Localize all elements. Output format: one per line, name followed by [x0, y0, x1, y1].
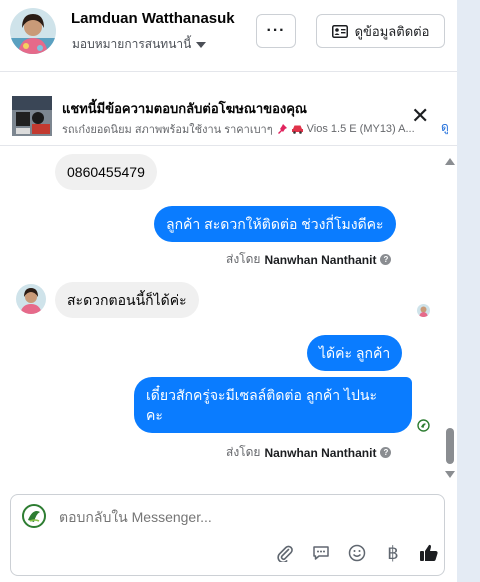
sent-by-agent: Nanwhan Nanthanit — [264, 445, 377, 460]
like-icon[interactable] — [411, 541, 447, 565]
sent-by-prefix: ส่งโดย — [226, 445, 261, 459]
pin-icon — [277, 124, 287, 134]
incoming-message[interactable]: สะดวกตอนนี้ก็ได้ค่ะ — [55, 282, 199, 318]
help-icon[interactable]: ? — [380, 254, 392, 265]
sent-by-label: ส่งโดย Nanwhan Nanthanit ? — [226, 250, 392, 269]
baht-icon[interactable]: ฿ — [375, 541, 411, 565]
view-contact-button[interactable]: ดูข้อมูลติดต่อ — [316, 14, 445, 48]
more-icon: ··· — [266, 22, 286, 39]
emoji-icon[interactable] — [339, 541, 375, 565]
composer-toolbar: ฿ — [267, 541, 447, 565]
outgoing-message[interactable]: ได้ค่ะ ลูกค้า — [307, 335, 403, 371]
outgoing-message[interactable]: เดี๋ยวสักครู่จะมีเซลล์ติดต่อ ลูกค้า ไปนะ… — [134, 377, 412, 433]
outgoing-message[interactable]: ลูกค้า สะดวกให้ติดต่อ ช่วงกี่โมงดีคะ — [154, 206, 396, 242]
reply-input[interactable] — [59, 509, 379, 525]
sent-by-prefix: ส่งโดย — [226, 252, 261, 266]
ad-subtitle-text: รถเก๋งยอดนิยม สภาพพร้อมใช้งาน ราคาเบาๆ — [62, 124, 273, 136]
view-ad-link[interactable]: ดู — [441, 118, 449, 137]
close-banner-icon[interactable]: ✕ — [411, 105, 429, 127]
sent-by-label: ส่งโดย Nanwhan Nanthanit ? — [226, 443, 392, 462]
saved-reply-icon[interactable] — [303, 541, 339, 565]
message-thread[interactable]: 0860455479 ลูกค้า สะดวกให้ติดต่อ ช่วงกี่… — [0, 146, 457, 484]
ad-thumbnail — [12, 96, 52, 136]
assign-label: มอบหมายการสนทนานี้ — [72, 37, 192, 51]
ad-reply-banner[interactable]: แชทนี้มีข้อความตอบกลับต่อโฆษณาของคุณ รถเ… — [0, 84, 457, 146]
seen-avatar — [417, 304, 430, 317]
reply-composer: ฿ — [10, 494, 445, 576]
incoming-message[interactable]: 0860455479 — [55, 154, 157, 190]
page-avatar — [21, 503, 47, 529]
ad-banner-subtitle: รถเก๋งยอดนิยม สภาพพร้อมใช้งาน ราคาเบาๆ V… — [62, 120, 415, 138]
more-options-button[interactable]: ··· — [256, 14, 296, 48]
caret-down-icon — [196, 41, 207, 48]
scrollbar-thumb[interactable] — [446, 428, 454, 464]
attach-icon[interactable] — [267, 541, 303, 565]
contact-card-icon — [331, 24, 348, 38]
scroll-up-arrow-icon[interactable] — [445, 158, 455, 165]
assign-conversation-dropdown[interactable]: มอบหมายการสนทนานี้ — [72, 35, 207, 54]
seen-page-avatar — [417, 419, 430, 432]
sent-by-agent: Nanwhan Nanthanit — [264, 252, 377, 267]
help-icon[interactable]: ? — [380, 447, 392, 458]
message-line: เดี๋ยวสักครู่จะมีเซลล์ติดต่อ ลูกค้า ไปนะ — [146, 387, 378, 403]
customer-avatar[interactable] — [10, 8, 56, 54]
ad-banner-title: แชทนี้มีข้อความตอบกลับต่อโฆษณาของคุณ — [62, 101, 307, 116]
conversation-header: Lamduan Watthanasuk มอบหมายการสนทนานี้ ·… — [0, 0, 457, 72]
view-contact-label: ดูข้อมูลติดต่อ — [354, 23, 430, 39]
scroll-down-arrow-icon[interactable] — [445, 471, 455, 478]
ad-subtitle-model: Vios 1.5 E (MY13) A... — [306, 123, 415, 135]
message-line: คะ — [146, 407, 163, 423]
side-panel-edge — [457, 0, 480, 582]
car-icon — [291, 125, 303, 134]
customer-name[interactable]: Lamduan Watthanasuk — [71, 10, 235, 27]
customer-avatar-small — [16, 284, 46, 314]
